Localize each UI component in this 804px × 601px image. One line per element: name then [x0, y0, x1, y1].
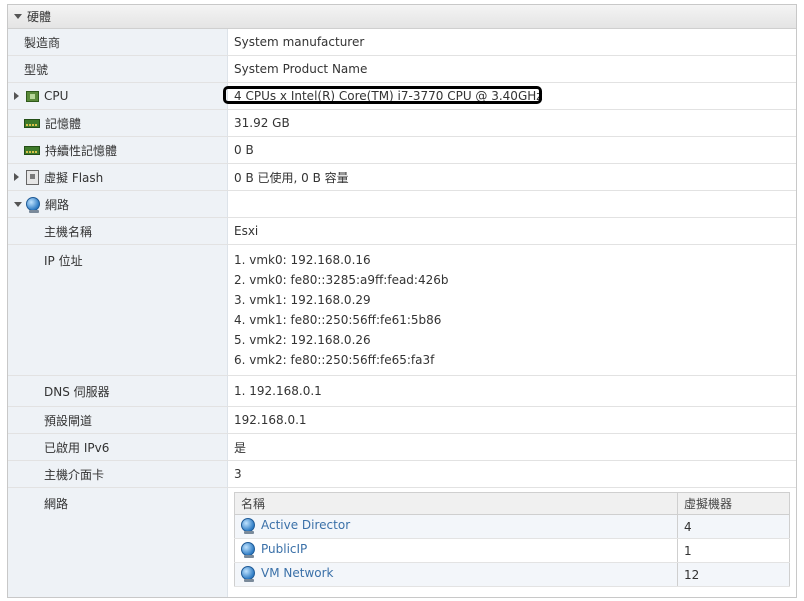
column-header-vms[interactable]: 虛擬機器	[677, 492, 790, 515]
ip-entry: 3. vmk1: 192.168.0.29	[234, 293, 371, 307]
row-memory: 記憶體 31.92 GB	[8, 110, 796, 137]
network-name[interactable]: VM Network	[261, 566, 333, 580]
dns-label: DNS 伺服器	[8, 376, 228, 406]
network-globe-icon	[241, 566, 255, 582]
cpu-annotation-highlight	[223, 86, 542, 104]
networks-label: 網路	[8, 488, 228, 597]
model-value: System Product Name	[234, 62, 368, 76]
network-value	[228, 191, 796, 217]
ip-entry: 6. vmk2: fe80::250:56ff:fe65:fa3f	[234, 353, 435, 367]
virtual-flash-value: 0 B 已使用, 0 B 容量	[234, 170, 349, 185]
row-virtual-flash[interactable]: 虛擬 Flash 0 B 已使用, 0 B 容量	[8, 164, 796, 191]
network-globe-icon	[26, 197, 40, 213]
nics-label: 主機介面卡	[8, 461, 228, 487]
ip-entry: 4. vmk1: fe80::250:56ff:fe61:5b86	[234, 313, 442, 327]
ip-entry: 2. vmk0: fe80::3285:a9ff:fead:426b	[234, 273, 449, 287]
persistent-memory-value: 0 B	[234, 143, 254, 157]
memory-label-cell: 記憶體	[8, 110, 228, 136]
network-vm-count: 4	[677, 514, 790, 539]
row-networks: 網路 名稱 虛擬機器 Active Director 4 PublicIP 1 …	[8, 488, 796, 597]
network-name-cell: PublicIP	[234, 538, 678, 563]
cpu-chip-icon	[26, 90, 39, 102]
network-link[interactable]: PublicIP	[241, 542, 307, 558]
ip-entry: 1. vmk0: 192.168.0.16	[234, 253, 371, 267]
cpu-label: CPU	[44, 89, 69, 103]
persistent-memory-label: 持續性記憶體	[45, 143, 118, 158]
row-model: 型號 System Product Name	[8, 56, 796, 83]
table-row[interactable]: PublicIP 1	[234, 538, 790, 563]
table-header-row: 名稱 虛擬機器	[234, 492, 790, 515]
row-manufacturer: 製造商 System manufacturer	[8, 29, 796, 56]
networks-table-cell: 名稱 虛擬機器 Active Director 4 PublicIP 1 VM …	[228, 488, 796, 597]
network-link[interactable]: Active Director	[241, 518, 350, 534]
table-row[interactable]: Active Director 4	[234, 514, 790, 539]
manufacturer-label: 製造商	[8, 29, 228, 55]
model-label: 型號	[8, 56, 228, 82]
network-label: 網路	[45, 197, 70, 212]
network-vm-count: 12	[677, 562, 790, 587]
row-hostname: 主機名稱 Esxi	[8, 218, 796, 245]
memory-module-icon	[24, 145, 40, 155]
network-name-cell: VM Network	[234, 562, 678, 587]
ip-label: IP 位址	[8, 245, 228, 375]
memory-value: 31.92 GB	[234, 116, 290, 130]
virtual-flash-label-cell: 虛擬 Flash	[8, 164, 228, 190]
collapse-network-caret-icon[interactable]	[14, 201, 22, 207]
column-header-name[interactable]: 名稱	[234, 492, 678, 515]
row-persistent-memory: 持續性記憶體 0 B	[8, 137, 796, 164]
network-label-cell: 網路	[8, 191, 228, 217]
flash-device-icon	[26, 169, 39, 185]
table-row[interactable]: VM Network 12	[234, 562, 790, 587]
hardware-section-header[interactable]: 硬體	[8, 5, 796, 29]
row-network[interactable]: 網路	[8, 191, 796, 218]
memory-module-icon	[24, 118, 40, 128]
section-title: 硬體	[27, 10, 52, 24]
network-globe-icon	[241, 542, 255, 558]
networks-table: 名稱 虛擬機器 Active Director 4 PublicIP 1 VM …	[234, 492, 790, 587]
gateway-label: 預設閘道	[8, 407, 228, 433]
expand-flash-caret-icon[interactable]	[14, 173, 19, 181]
memory-label: 記憶體	[45, 116, 82, 131]
manufacturer-value: System manufacturer	[234, 35, 365, 49]
network-name[interactable]: Active Director	[261, 518, 350, 532]
row-ipv6: 已啟用 IPv6 是	[8, 434, 796, 461]
gateway-value: 192.168.0.1	[234, 413, 307, 427]
ipv6-value: 是	[234, 440, 247, 455]
network-name-cell: Active Director	[234, 514, 678, 539]
ip-list: 1. vmk0: 192.168.0.16 2. vmk0: fe80::328…	[228, 245, 796, 375]
collapse-caret-icon[interactable]	[14, 14, 22, 19]
cpu-label-cell: CPU	[8, 83, 228, 109]
network-link[interactable]: VM Network	[241, 566, 333, 582]
row-gateway: 預設閘道 192.168.0.1	[8, 407, 796, 434]
ip-entry: 5. vmk2: 192.168.0.26	[234, 333, 371, 347]
persistent-memory-label-cell: 持續性記憶體	[8, 137, 228, 163]
dns-value: 1. 192.168.0.1	[234, 384, 322, 398]
row-dns: DNS 伺服器 1. 192.168.0.1	[8, 376, 796, 407]
hostname-value: Esxi	[234, 224, 259, 238]
nics-value: 3	[234, 467, 242, 481]
network-globe-icon	[241, 518, 255, 534]
ipv6-label: 已啟用 IPv6	[8, 434, 228, 460]
row-ip-addresses: IP 位址 1. vmk0: 192.168.0.16 2. vmk0: fe8…	[8, 245, 796, 376]
expand-cpu-caret-icon[interactable]	[14, 92, 19, 100]
row-host-nics: 主機介面卡 3	[8, 461, 796, 488]
network-name[interactable]: PublicIP	[261, 542, 307, 556]
hostname-label: 主機名稱	[8, 218, 228, 244]
network-vm-count: 1	[677, 538, 790, 563]
virtual-flash-label: 虛擬 Flash	[44, 170, 104, 185]
